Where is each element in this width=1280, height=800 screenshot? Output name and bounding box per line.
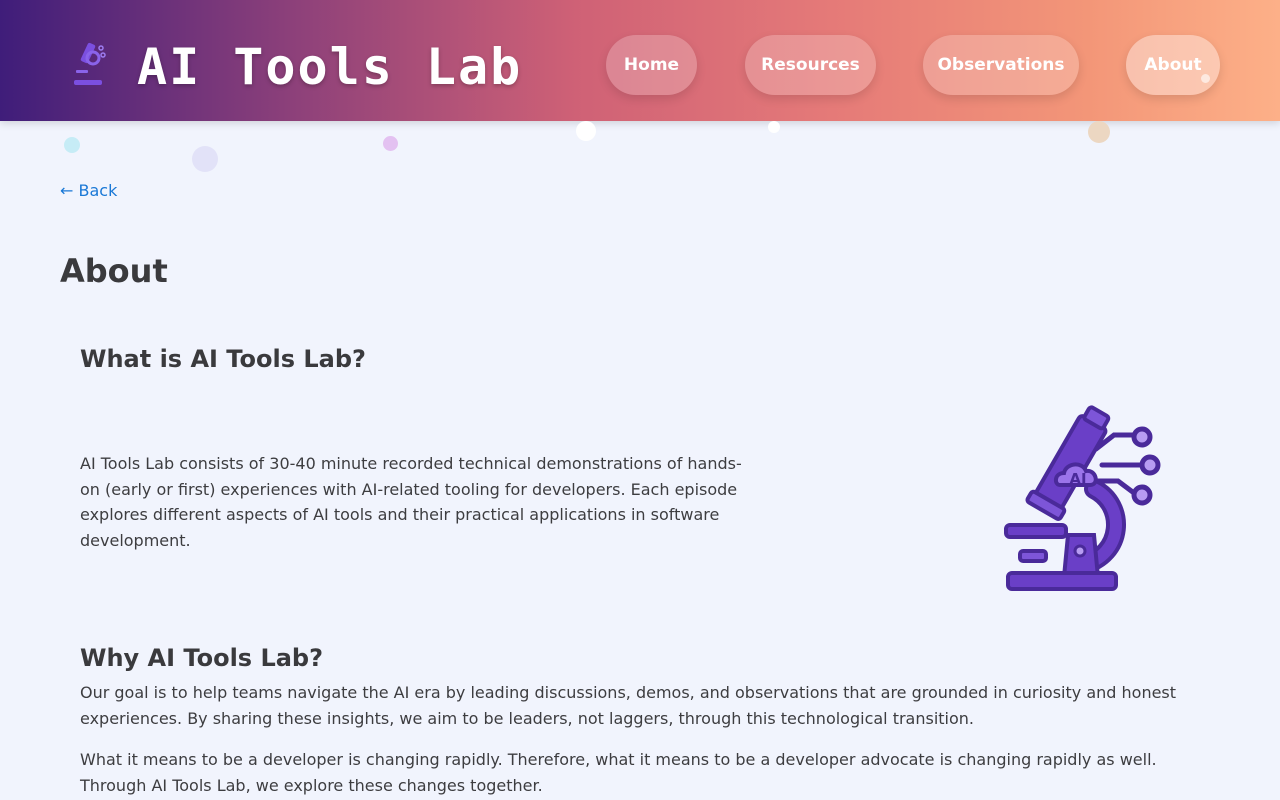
decorative-dot bbox=[1201, 74, 1210, 83]
nav-about[interactable]: About bbox=[1126, 35, 1220, 95]
page-title: About bbox=[60, 252, 168, 290]
section-heading-what: What is AI Tools Lab? bbox=[80, 345, 366, 373]
decorative-dot bbox=[383, 136, 398, 151]
section-why-paragraph-1: Our goal is to help teams navigate the A… bbox=[80, 683, 1177, 728]
nav-observations[interactable]: Observations bbox=[923, 35, 1079, 95]
section-heading-why: Why AI Tools Lab? bbox=[80, 644, 324, 672]
decorative-dot bbox=[192, 146, 218, 172]
decorative-dot bbox=[1088, 121, 1110, 143]
microscope-ai-icon: AI bbox=[1004, 405, 1161, 591]
back-link[interactable]: ← Back bbox=[60, 181, 117, 200]
site-title[interactable]: AI Tools Lab bbox=[137, 38, 522, 96]
decorative-dot bbox=[768, 121, 780, 133]
section-why-paragraph-2: What it means to be a developer is chang… bbox=[80, 750, 1157, 795]
nav-home[interactable]: Home bbox=[606, 35, 697, 95]
section-what-paragraph: AI Tools Lab consists of 30-40 minute re… bbox=[80, 454, 742, 550]
site-header: AI Tools Lab Home Resources Observations… bbox=[0, 0, 1280, 121]
nav-resources[interactable]: Resources bbox=[745, 35, 876, 95]
decorative-dot bbox=[64, 137, 80, 153]
illustration-label: AI bbox=[1069, 470, 1086, 488]
microscope-icon[interactable] bbox=[68, 40, 108, 88]
decorative-dot bbox=[576, 121, 596, 141]
